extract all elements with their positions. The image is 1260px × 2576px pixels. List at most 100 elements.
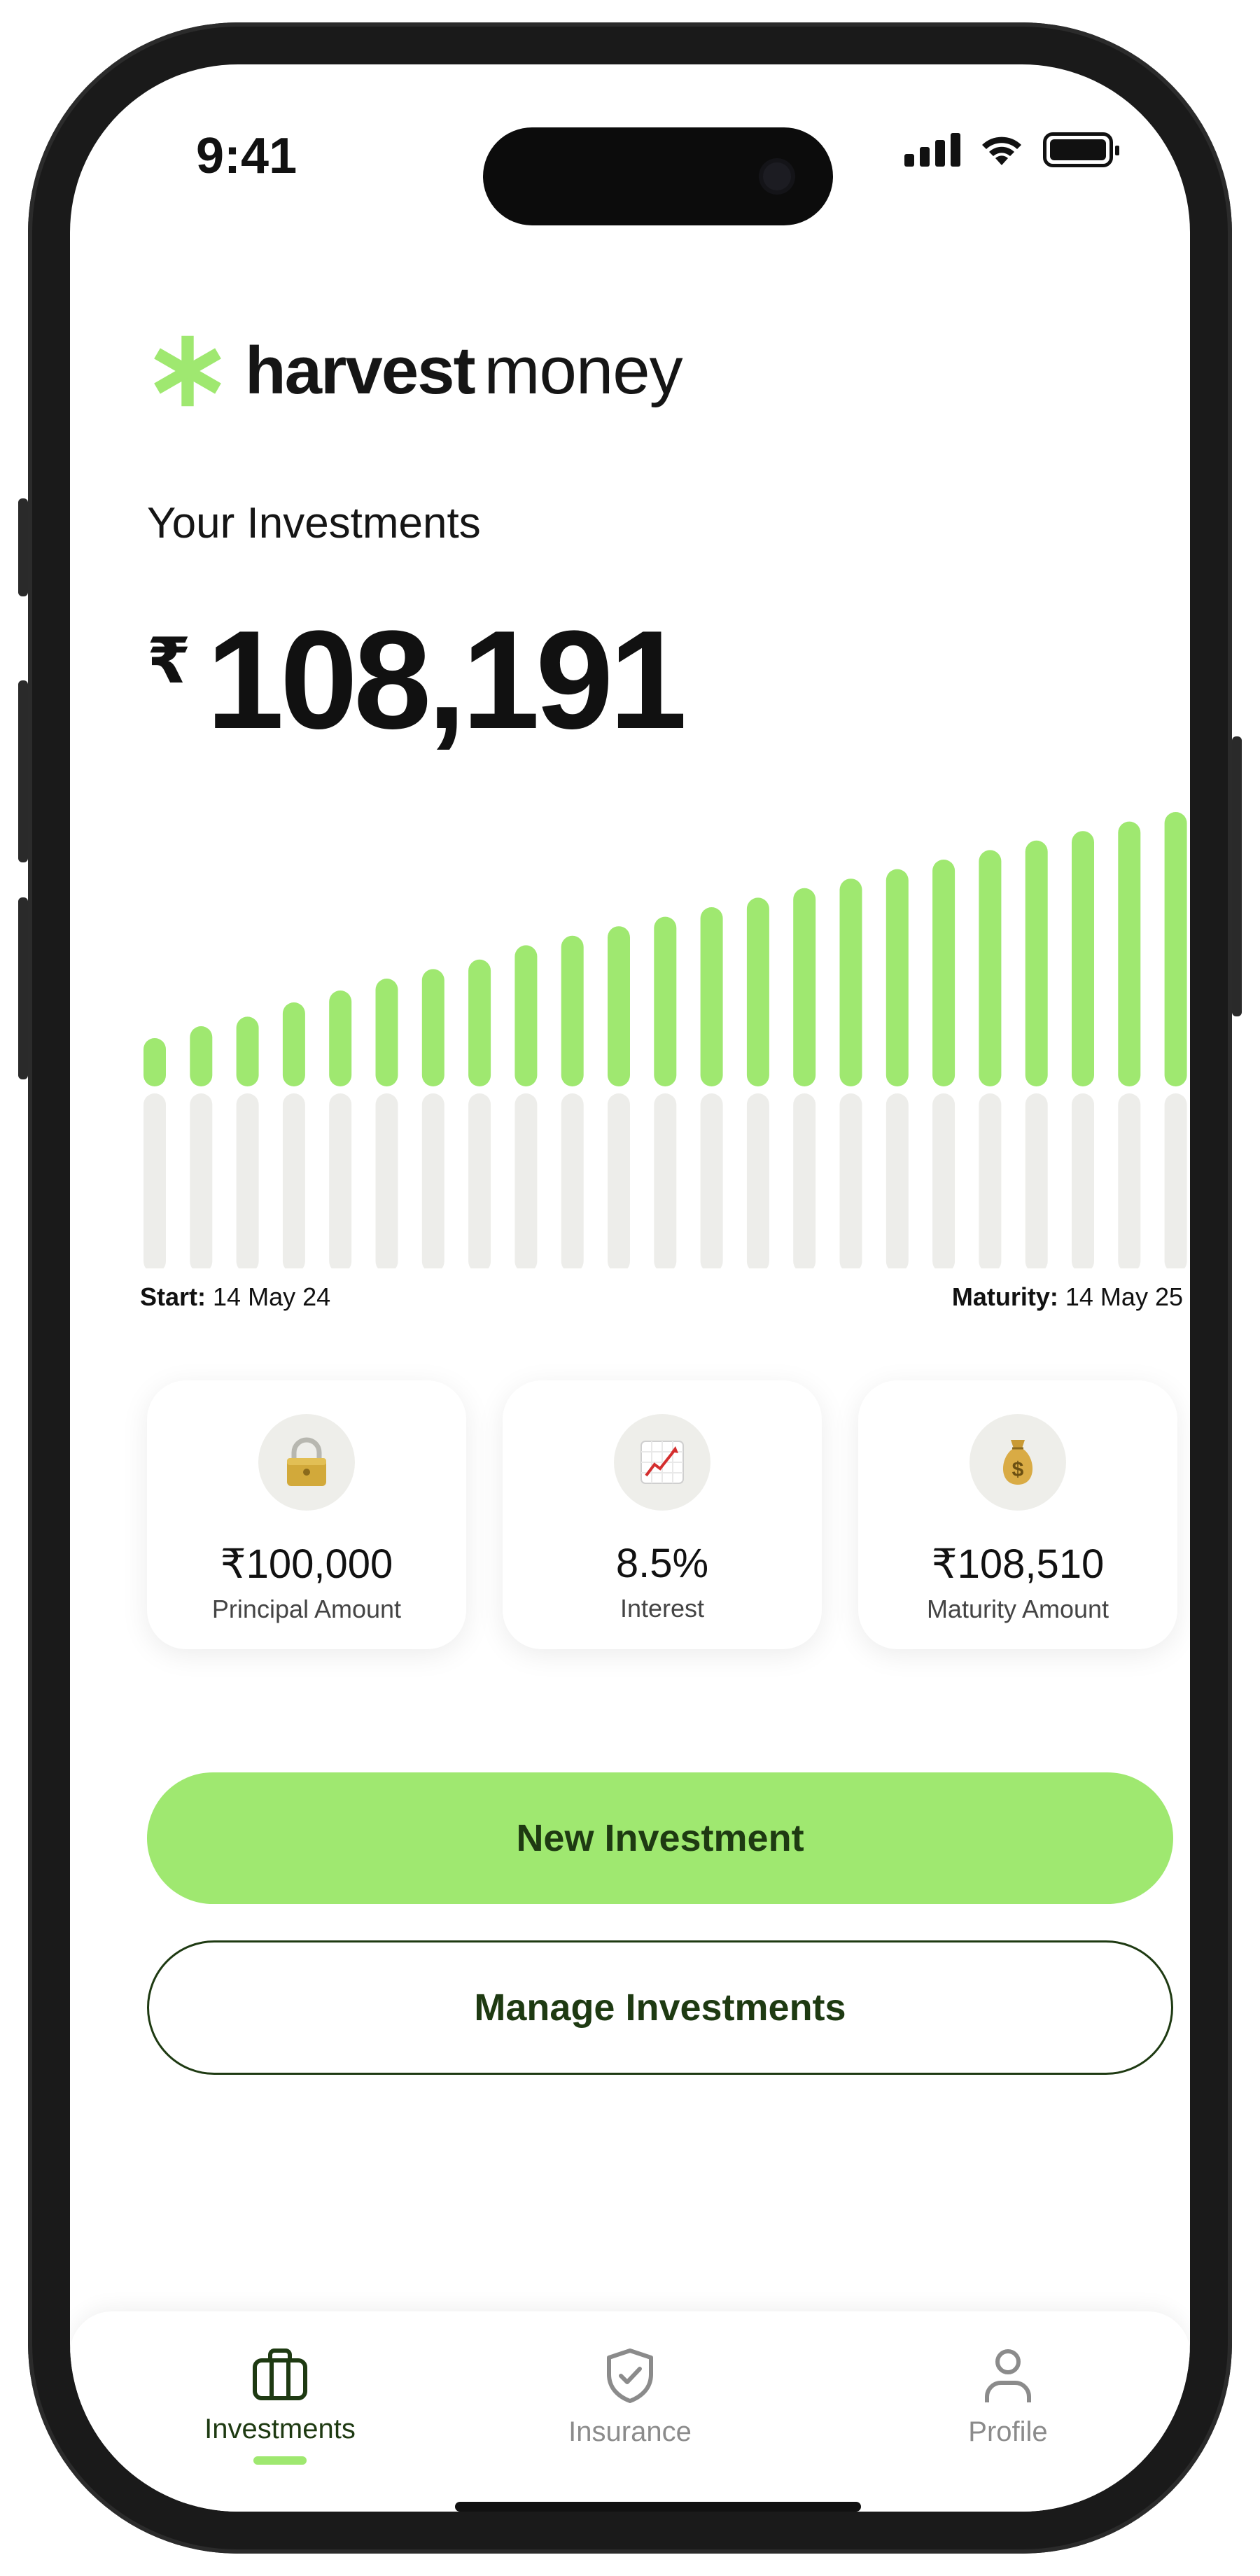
interest-value: 8.5% xyxy=(615,1541,709,1586)
growth-bar-fill xyxy=(1072,831,1094,1086)
growth-bar-fill xyxy=(793,888,816,1086)
maturity-amount-value: ₹108,510 xyxy=(931,1541,1105,1587)
wifi-icon xyxy=(982,136,1021,165)
lock-icon xyxy=(287,1437,326,1486)
growth-bar-track xyxy=(608,1093,630,1268)
home-indicator[interactable] xyxy=(455,2502,861,2512)
cellular-signal-icon xyxy=(904,133,960,167)
start-date-value: 14 May 24 xyxy=(213,1282,331,1311)
growth-bar-track xyxy=(329,1093,352,1268)
growth-bar-track xyxy=(144,1093,166,1268)
brand-logo: harvest money xyxy=(147,330,683,412)
growth-bar-fill xyxy=(561,935,584,1086)
growth-bar-fill xyxy=(746,897,769,1086)
start-date-label: Start: xyxy=(140,1282,206,1311)
growth-bar-fill xyxy=(144,1038,166,1086)
manage-investments-button[interactable]: Manage Investments xyxy=(147,1940,1173,2075)
battery-icon xyxy=(1043,132,1119,167)
tab-investments-label: Investments xyxy=(204,2414,356,2444)
growth-bar-fill xyxy=(1025,840,1048,1086)
action-button xyxy=(18,498,28,596)
growth-bar-track xyxy=(236,1093,259,1268)
growth-bar-fill xyxy=(608,926,630,1086)
growth-bar-track xyxy=(1025,1093,1048,1268)
growth-chart-svg xyxy=(144,812,1187,1268)
investment-stats: ₹100,000 Principal Amount 8.5% Interest … xyxy=(147,1380,1177,1649)
date-range: Start: 14 May 24 Maturity: 14 May 25 xyxy=(140,1282,1183,1312)
tab-profile[interactable]: Profile xyxy=(868,2346,1148,2448)
dynamic-island xyxy=(483,127,833,225)
chart-increasing-icon xyxy=(640,1441,684,1484)
growth-bar-fill xyxy=(236,1016,259,1086)
active-tab-indicator xyxy=(253,2456,307,2465)
maturity-date-label: Maturity: xyxy=(951,1282,1058,1311)
start-date: Start: 14 May 24 xyxy=(140,1282,330,1312)
growth-bar-track xyxy=(886,1093,909,1268)
maturity-amount-label: Maturity Amount xyxy=(926,1595,1110,1623)
growth-bar-track xyxy=(561,1093,584,1268)
tab-profile-label: Profile xyxy=(968,2416,1048,2447)
balance-display: ₹ 108,191 xyxy=(147,602,687,758)
principal-amount-value: ₹100,000 xyxy=(220,1541,393,1587)
growth-bar-fill xyxy=(190,1026,213,1086)
growth-bar-track xyxy=(700,1093,723,1268)
camera-icon xyxy=(763,162,791,190)
tab-insurance[interactable]: Insurance xyxy=(490,2346,770,2448)
tab-insurance-label: Insurance xyxy=(568,2416,692,2447)
briefcase-icon xyxy=(253,2348,307,2400)
growth-bar-track xyxy=(839,1093,862,1268)
growth-bar-track xyxy=(746,1093,769,1268)
growth-bar-fill xyxy=(1164,812,1187,1086)
growth-bar-track xyxy=(514,1093,538,1268)
svg-text:$: $ xyxy=(1012,1458,1024,1481)
stat-card-maturity: $ ₹108,510 Maturity Amount xyxy=(858,1380,1177,1649)
new-investment-button[interactable]: New Investment xyxy=(147,1772,1173,1904)
growth-bar-fill xyxy=(654,916,677,1086)
growth-bar-fill xyxy=(886,869,909,1086)
app-screen: 9:41 harvest money Your Investments ₹ 10… xyxy=(70,64,1190,2512)
interest-label: Interest xyxy=(620,1594,705,1623)
volume-down-button xyxy=(18,897,28,1079)
growth-bar-fill xyxy=(329,990,352,1086)
shield-check-icon xyxy=(607,2348,653,2403)
growth-bar-fill xyxy=(282,1002,305,1086)
person-icon xyxy=(985,2349,1031,2402)
asterisk-logo-icon xyxy=(154,335,221,407)
stat-card-interest: 8.5% Interest xyxy=(503,1380,822,1649)
maturity-date: Maturity: 14 May 25 xyxy=(952,1282,1183,1312)
balance-amount: 108,191 xyxy=(206,602,687,758)
growth-bar-track xyxy=(1164,1093,1187,1268)
growth-bar-fill xyxy=(468,959,491,1086)
growth-bar-fill xyxy=(700,907,723,1086)
volume-up-button xyxy=(18,680,28,862)
growth-bar-track xyxy=(793,1093,816,1268)
growth-bar-chart xyxy=(144,806,1190,1268)
growth-bar-track xyxy=(654,1093,677,1268)
tab-investments[interactable]: Investments xyxy=(140,2346,420,2465)
growth-bar-track xyxy=(468,1093,491,1268)
growth-bar-track xyxy=(190,1093,213,1268)
phone-frame: 9:41 harvest money Your Investments ₹ 10… xyxy=(18,22,1242,2554)
growth-bar-fill xyxy=(421,969,444,1086)
growth-bar-track xyxy=(1118,1093,1141,1268)
growth-bar-fill xyxy=(932,860,955,1086)
growth-bar-track xyxy=(1072,1093,1094,1268)
growth-bar-fill xyxy=(375,979,398,1086)
growth-bar-track xyxy=(375,1093,398,1268)
growth-bar-fill xyxy=(1118,821,1141,1086)
growth-bar-fill xyxy=(514,945,538,1086)
bottom-tab-bar: Investments Insurance Profile xyxy=(70,2311,1190,2512)
growth-bar-track xyxy=(979,1093,1002,1268)
investments-title: Your Investments xyxy=(147,499,481,547)
money-bag-icon: $ xyxy=(1002,1440,1033,1485)
power-button xyxy=(1232,736,1242,1016)
growth-bar-track xyxy=(421,1093,444,1268)
growth-bar-track xyxy=(932,1093,955,1268)
maturity-date-value: 14 May 25 xyxy=(1065,1282,1183,1311)
brand-name-light: money xyxy=(484,333,683,408)
growth-bar-fill xyxy=(979,850,1002,1086)
stat-card-principal: ₹100,000 Principal Amount xyxy=(147,1380,466,1649)
status-time: 9:41 xyxy=(196,128,298,184)
growth-bar-track xyxy=(282,1093,305,1268)
principal-amount-label: Principal Amount xyxy=(211,1595,402,1623)
